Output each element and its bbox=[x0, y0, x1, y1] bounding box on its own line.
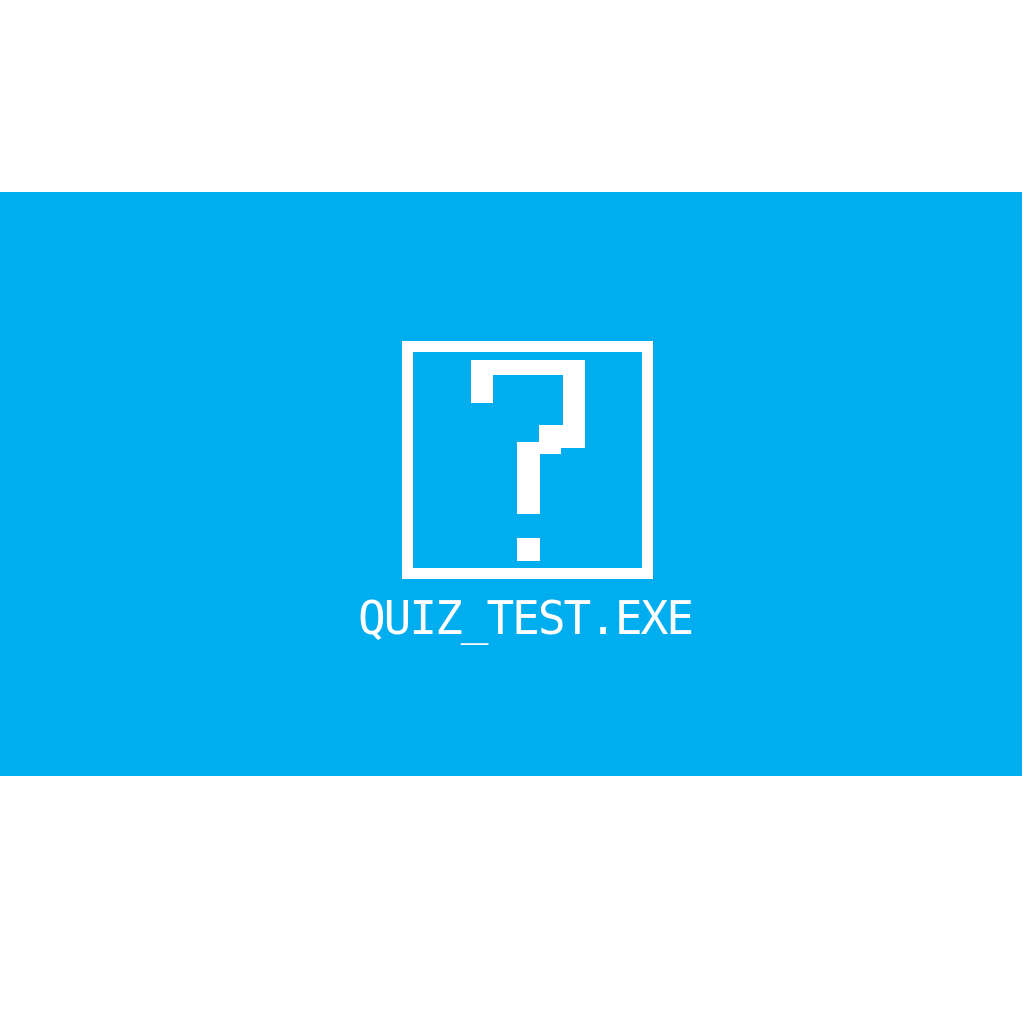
file-name-label[interactable]: QUIZ_TEST.EXE bbox=[340, 590, 710, 646]
quiz-test-file-icon[interactable] bbox=[402, 341, 653, 579]
question-mark-window-icon bbox=[402, 341, 653, 579]
